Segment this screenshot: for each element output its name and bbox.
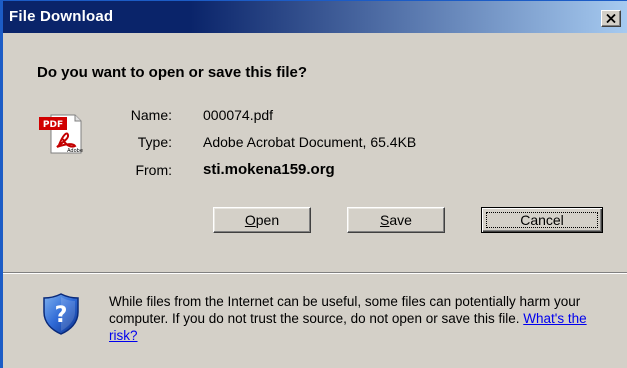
title-bar[interactable]: File Download xyxy=(3,1,627,33)
file-type-label: Type: xyxy=(137,134,172,150)
file-name-label: Name: xyxy=(130,107,172,123)
cancel-button[interactable]: Cancel xyxy=(481,207,603,233)
download-question: Do you want to open or save this file? xyxy=(37,64,308,81)
file-source-value: sti.mokena159.org xyxy=(203,161,335,178)
file-download-dialog: File Download Do you want to open or sav… xyxy=(0,0,627,368)
cancel-button-label: Cancel xyxy=(520,212,564,228)
close-button[interactable] xyxy=(601,10,621,27)
close-icon xyxy=(606,14,616,23)
file-name-row: Name: 000074.pdf xyxy=(3,107,627,127)
svg-text:?: ? xyxy=(55,303,68,328)
window-title: File Download xyxy=(9,8,114,25)
file-name-value: 000074.pdf xyxy=(203,107,274,123)
security-warning: While files from the Internet can be use… xyxy=(109,293,609,344)
security-warning-text: While files from the Internet can be use… xyxy=(109,294,581,326)
file-source-row: From: sti.mokena159.org xyxy=(3,161,627,181)
separator-highlight xyxy=(3,273,627,274)
save-button-label: Save xyxy=(380,212,412,228)
save-button[interactable]: Save xyxy=(347,207,445,233)
security-shield-question-icon: ? xyxy=(43,293,79,335)
open-button-label: Open xyxy=(244,212,280,228)
file-type-row: Type: Adobe Acrobat Document, 65.4KB xyxy=(3,134,627,154)
open-button[interactable]: Open xyxy=(213,207,311,233)
file-type-value: Adobe Acrobat Document, 65.4KB xyxy=(203,134,417,150)
file-source-label: From: xyxy=(135,162,172,178)
